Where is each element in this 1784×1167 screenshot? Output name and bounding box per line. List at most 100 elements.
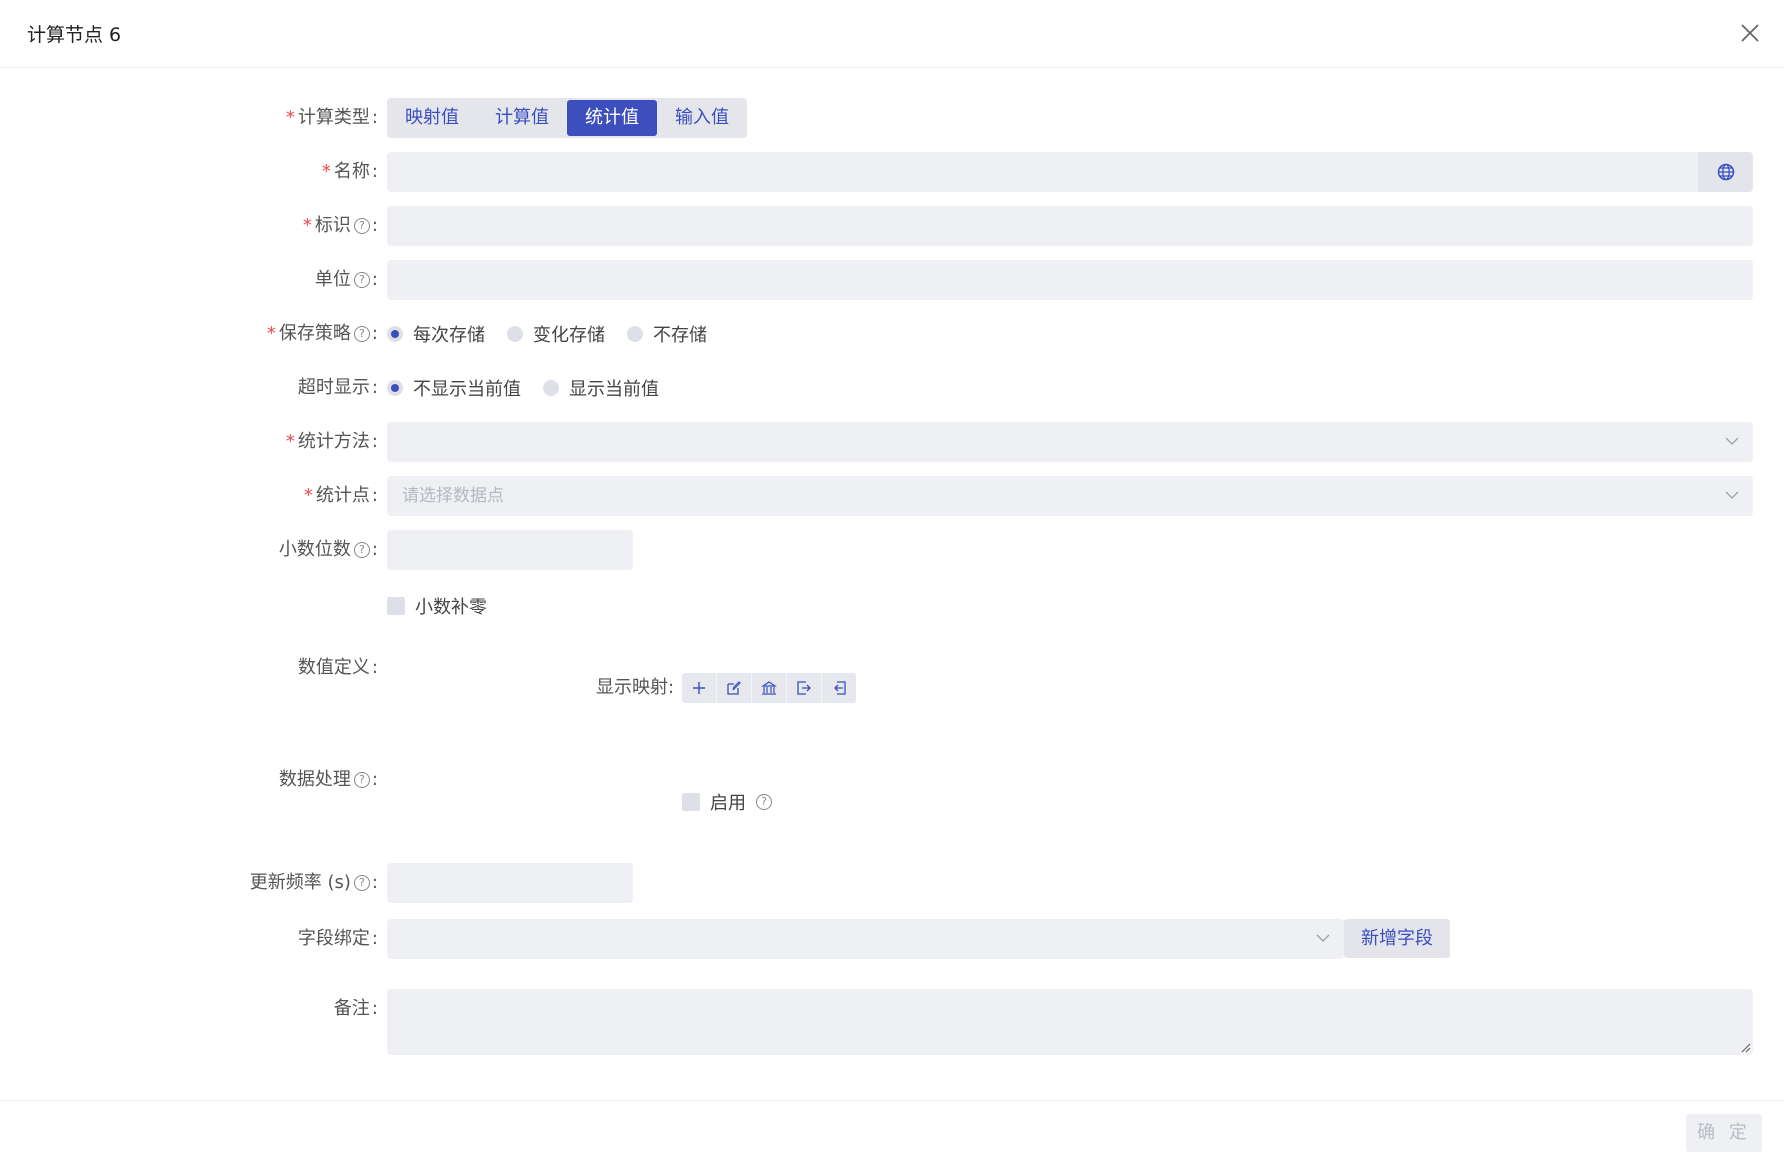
stat-method-label-text: 统计方法 (297, 431, 370, 452)
remark-label: 备注: (334, 989, 378, 1029)
pad-zero-label: 小数补零 (415, 597, 487, 618)
help-icon[interactable]: ? (353, 772, 370, 788)
dialog-header: 计算节点 6 (0, 0, 1784, 68)
calc-type-option[interactable]: 映射值 (387, 100, 477, 136)
stat-method-label: * 统计方法: (286, 422, 378, 462)
help-icon[interactable]: ? (353, 542, 370, 558)
save-strategy-option[interactable]: 每次存储 (387, 321, 485, 347)
data-process-label: 数据处理 ?: (279, 760, 378, 800)
radio-label: 显示当前值 (569, 379, 659, 400)
stat-method-select[interactable] (387, 422, 1753, 462)
chevron-down-icon (1725, 491, 1739, 499)
update-rate-label: 更新频率 (s) ?: (250, 863, 378, 903)
unit-input[interactable] (387, 260, 1753, 300)
display-map-label: 显示映射: (596, 677, 675, 698)
edit-icon (727, 681, 741, 695)
required-mark: * (266, 323, 276, 344)
field-binding-select[interactable] (387, 919, 1344, 959)
save-strategy-option[interactable]: 不存储 (627, 321, 707, 347)
bank-mapping-button[interactable] (752, 673, 787, 703)
timeout-display-option[interactable]: 不显示当前值 (387, 375, 521, 401)
required-mark: * (302, 215, 312, 236)
field-binding-label-text: 字段绑定 (297, 928, 370, 949)
save-strategy-option[interactable]: 变化存储 (507, 321, 605, 347)
pad-zero-checkbox[interactable] (387, 597, 405, 615)
dialog-title: 计算节点 6 (27, 24, 122, 46)
dialog-footer (0, 1100, 1784, 1167)
save-strategy-label-text: 保存策略 (278, 323, 351, 344)
identifier-input[interactable] (387, 206, 1753, 246)
decimals-label: 小数位数 ?: (279, 530, 378, 570)
data-process-label-text: 数据处理 (278, 769, 351, 790)
update-rate-input[interactable] (387, 863, 633, 903)
language-button[interactable] (1698, 152, 1753, 192)
globe-icon (1717, 163, 1734, 181)
calc-type-option-selected[interactable]: 统计值 (567, 100, 657, 136)
required-mark: * (321, 161, 331, 182)
confirm-button[interactable]: 确 定 (1686, 1114, 1762, 1152)
radio-label: 变化存储 (533, 325, 605, 346)
chevron-down-icon (1725, 437, 1739, 445)
radio-dot[interactable] (627, 326, 643, 342)
data-process-enable-label: 启用 (710, 793, 746, 814)
calc-type-option[interactable]: 输入值 (657, 100, 747, 136)
identifier-label-text: 标识 (314, 215, 351, 236)
help-icon[interactable]: ? (756, 794, 772, 810)
calc-type-option[interactable]: 计算值 (477, 100, 567, 136)
calc-type-label: * 计算类型: (286, 98, 378, 138)
unit-label: 单位 ?: (315, 260, 378, 300)
display-map-label-text: 显示映射 (596, 677, 668, 698)
help-icon[interactable]: ? (353, 272, 370, 288)
save-strategy-radio-group: 每次存储 变化存储 不存储 (387, 314, 729, 354)
stat-point-label: * 统计点: (304, 476, 378, 516)
help-icon[interactable]: ? (353, 875, 370, 891)
remark-label-text: 备注 (333, 998, 370, 1019)
add-mapping-button[interactable] (682, 673, 717, 703)
required-mark: * (285, 107, 295, 128)
value-def-label-text: 数值定义 (297, 657, 370, 678)
import-mapping-button[interactable] (822, 673, 856, 703)
data-process-enable-checkbox[interactable] (682, 793, 700, 811)
required-mark: * (285, 431, 295, 452)
add-field-button[interactable]: 新增字段 (1344, 919, 1450, 958)
name-label: * 名称: (322, 152, 378, 192)
timeout-display-option[interactable]: 显示当前值 (543, 375, 659, 401)
close-icon[interactable] (1737, 20, 1763, 46)
decimals-input[interactable] (387, 530, 633, 570)
stat-point-placeholder: 请选择数据点 (402, 486, 504, 506)
timeout-display-label-text: 超时显示 (297, 377, 370, 398)
calc-type-segmented: 映射值 计算值 统计值 输入值 (387, 98, 747, 138)
radio-label: 不显示当前值 (413, 379, 521, 400)
data-process-enable-row[interactable]: 启用 ? (682, 789, 772, 815)
decimals-label-text: 小数位数 (278, 539, 351, 560)
help-icon[interactable]: ? (353, 218, 370, 234)
remark-textarea[interactable] (387, 989, 1753, 1055)
update-rate-label-text: 更新频率 (s) (249, 872, 351, 893)
radio-label: 不存储 (653, 325, 707, 346)
chevron-down-icon (1316, 934, 1330, 942)
name-label-text: 名称 (333, 161, 370, 182)
radio-dot[interactable] (507, 326, 523, 342)
stat-point-select[interactable]: 请选择数据点 (387, 476, 1753, 516)
radio-label: 每次存储 (413, 325, 485, 346)
export-mapping-button[interactable] (787, 673, 822, 703)
unit-label-text: 单位 (314, 269, 351, 290)
field-binding-label: 字段绑定: (298, 919, 378, 959)
radio-dot[interactable] (543, 380, 559, 396)
timeout-display-label: 超时显示: (298, 368, 378, 408)
radio-dot-checked[interactable] (387, 380, 403, 396)
identifier-label: * 标识 ?: (303, 206, 378, 246)
edit-mapping-button[interactable] (717, 673, 752, 703)
help-icon[interactable]: ? (353, 326, 370, 342)
value-def-label: 数值定义: (298, 648, 378, 688)
required-mark: * (303, 485, 313, 506)
calc-type-text: 计算类型 (297, 107, 370, 128)
export-icon (797, 681, 811, 695)
radio-dot-checked[interactable] (387, 326, 403, 342)
bank-icon (761, 681, 777, 695)
save-strategy-label: * 保存策略 ?: (267, 314, 378, 354)
pad-zero-checkbox-row[interactable]: 小数补零 (387, 593, 487, 619)
name-input[interactable] (387, 152, 1753, 192)
timeout-display-radio-group: 不显示当前值 显示当前值 (387, 368, 681, 408)
resize-handle-icon[interactable] (1739, 1041, 1751, 1053)
